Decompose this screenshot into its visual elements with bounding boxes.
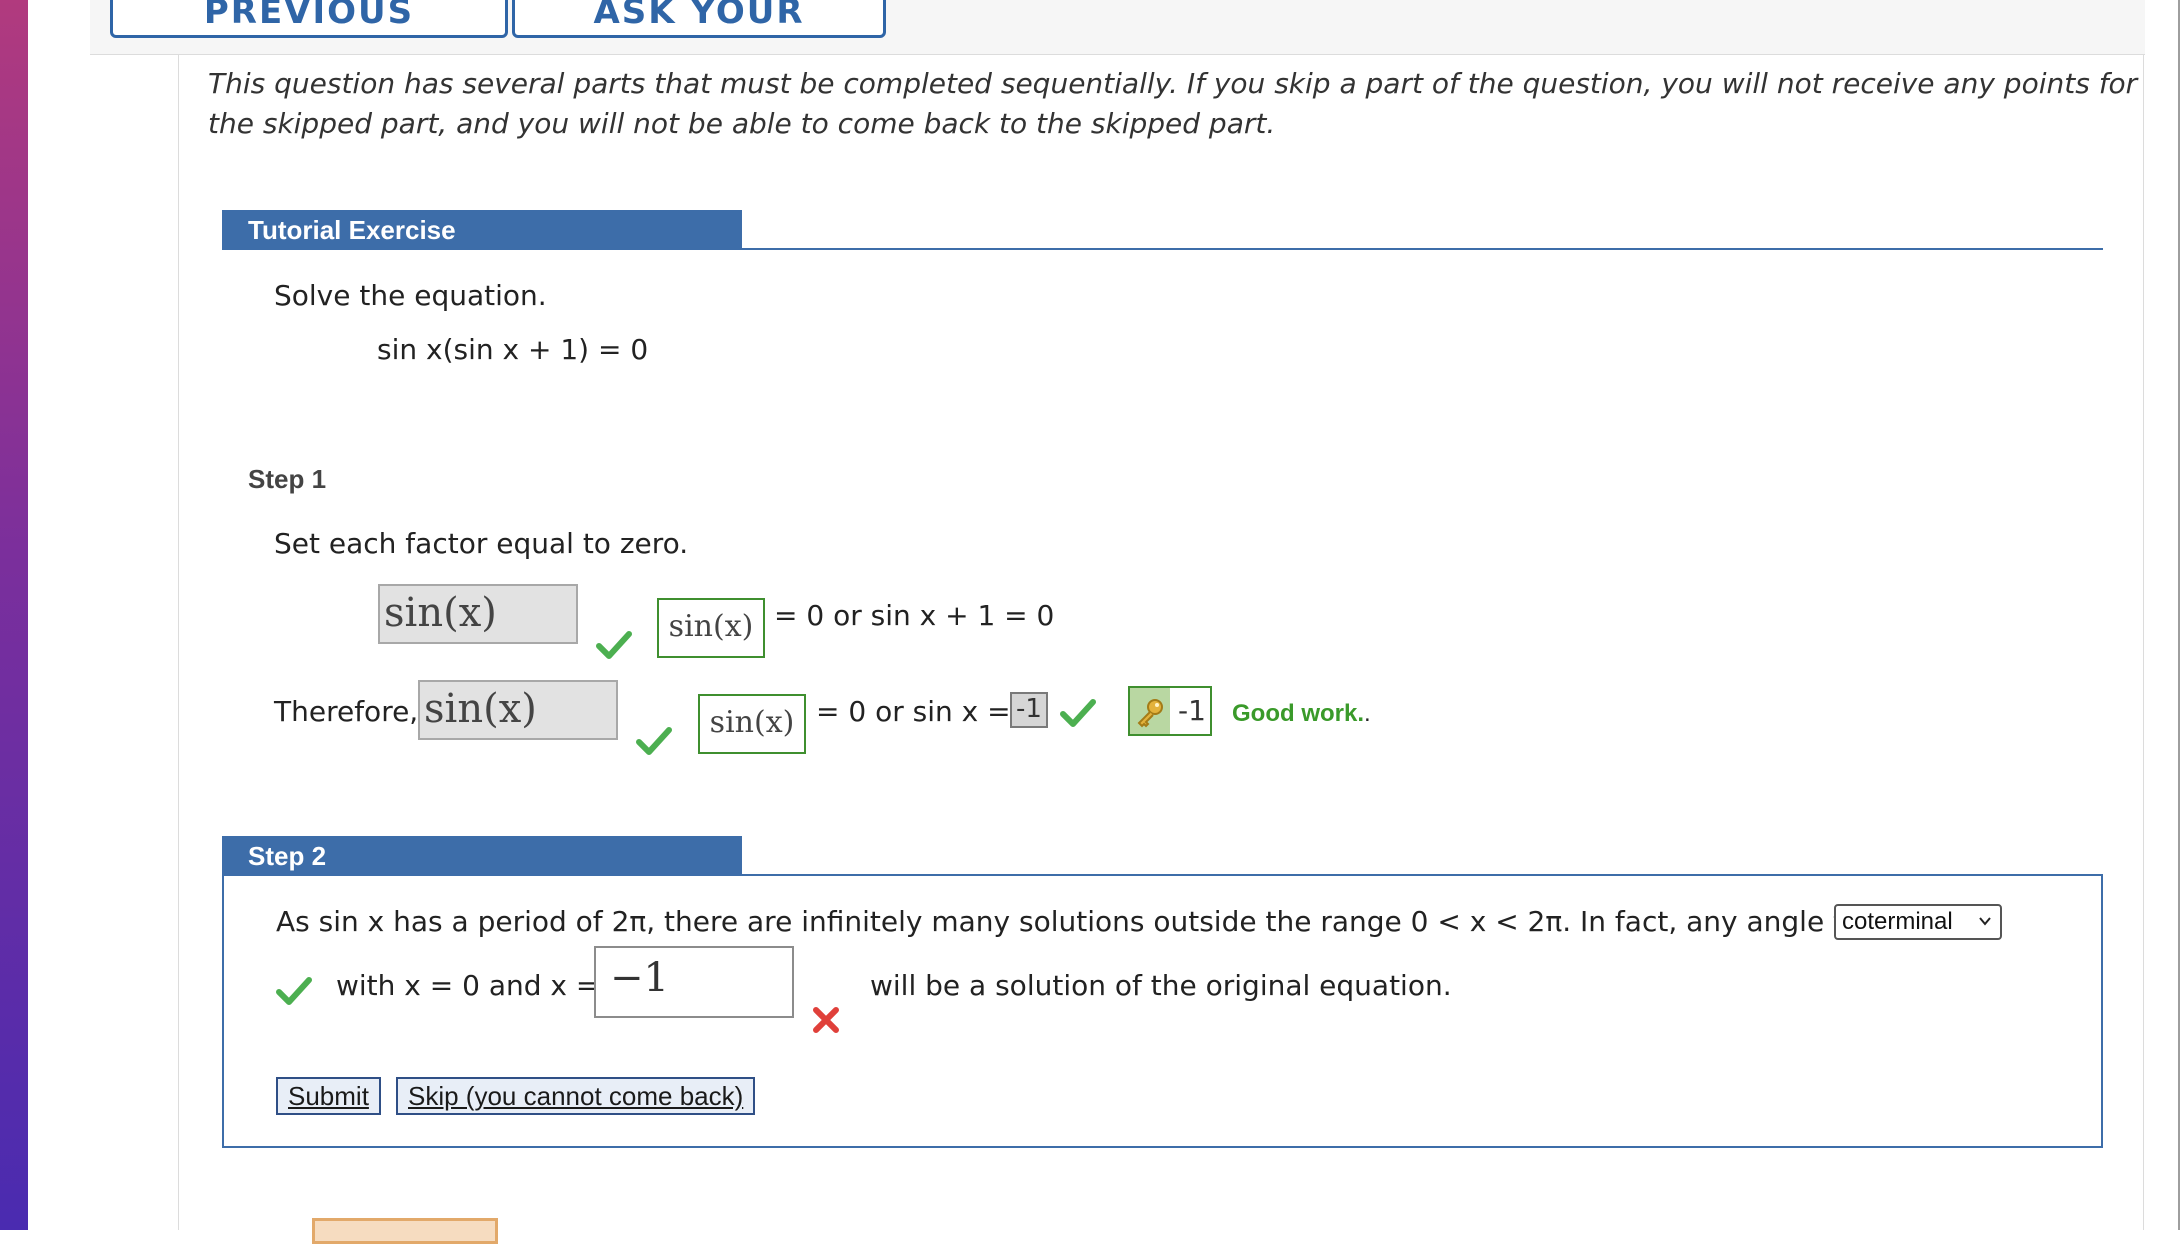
correct-check-icon: [636, 727, 672, 755]
sinx-value-answer: -1: [1010, 692, 1048, 728]
correct-check-icon: [1060, 699, 1096, 727]
step2-text: As sin x has a period of 2π, there are i…: [276, 905, 1922, 938]
ask-your-teacher-button[interactable]: ASK YOUR TEACHER: [512, 0, 886, 38]
factor2-answer: sin(x): [418, 680, 618, 740]
factor1-correct-answer: sin(x): [657, 598, 765, 658]
desktop-background-strip: [0, 0, 28, 1230]
step2-header: Step 2: [222, 836, 742, 876]
with-x-text: with x = 0 and x =: [336, 969, 600, 1002]
chevron-down-icon: [1979, 917, 1991, 926]
step1-instruction: Set each factor equal to zero.: [274, 527, 689, 560]
therefore-label: Therefore,: [274, 695, 419, 728]
need-help-tab: [312, 1218, 498, 1244]
tutorial-header-rule: [222, 248, 2103, 250]
factor1-answer: sin(x): [378, 584, 578, 644]
submit-button[interactable]: Submit: [276, 1077, 381, 1115]
answer-key-box[interactable]: -1: [1128, 686, 1212, 736]
equation: sin x(sin x + 1) = 0: [377, 333, 649, 366]
previous-answers-button[interactable]: PREVIOUS ANSWERS: [110, 0, 508, 38]
solve-prompt: Solve the equation.: [274, 279, 547, 312]
factor2-correct-answer: sin(x): [698, 694, 806, 754]
good-work-suffix: .: [1364, 700, 1371, 727]
angle-relation-select[interactable]: coterminal: [1834, 904, 2002, 940]
content-border-right: [2143, 54, 2144, 1230]
sequential-parts-notice: This question has several parts that mus…: [208, 67, 2138, 140]
tutorial-exercise-header: Tutorial Exercise: [222, 210, 742, 250]
factor1-tail: = 0 or sin x + 1 = 0: [774, 599, 1055, 632]
good-work-text: Good work.: [1232, 700, 1364, 727]
content-border-left: [178, 54, 179, 1230]
step1-label: Step 1: [248, 464, 327, 494]
factor2-mid: = 0 or sin x =: [816, 695, 1011, 728]
key-icon: [1137, 699, 1163, 728]
correct-check-icon: [276, 977, 312, 1005]
skip-button[interactable]: Skip (you cannot come back): [396, 1077, 756, 1115]
top-toolbar: PREVIOUS ANSWERS ASK YOUR TEACHER: [90, 0, 2145, 55]
good-work-feedback: Good work..: [1232, 700, 1371, 728]
correct-check-icon: [596, 631, 632, 659]
question-frame: PREVIOUS ANSWERS ASK YOUR TEACHER This q…: [90, 0, 2145, 1244]
key-value: -1: [1178, 694, 1206, 727]
solution-text: will be a solution of the original equat…: [870, 969, 1452, 1002]
incorrect-x-icon: [813, 1007, 839, 1033]
x-value-input[interactable]: −1: [594, 946, 794, 1018]
select-value: coterminal: [1842, 908, 1953, 935]
